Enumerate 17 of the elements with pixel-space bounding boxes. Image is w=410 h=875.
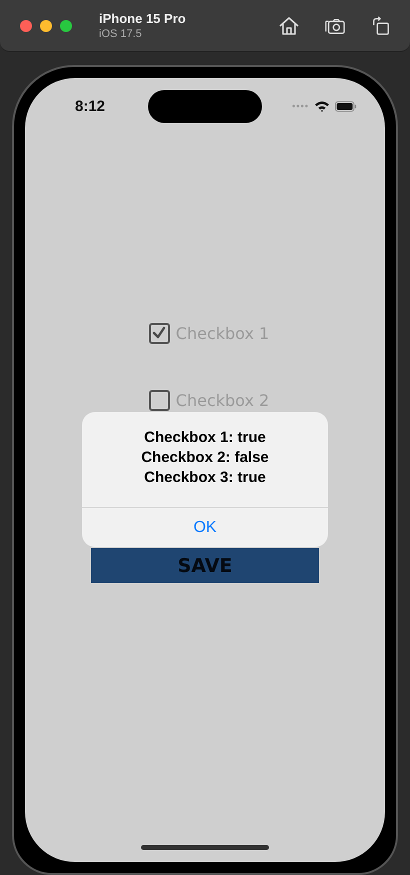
save-button[interactable]: SAVE	[91, 548, 319, 583]
os-version: iOS 17.5	[99, 28, 143, 40]
ok-button[interactable]: OK	[82, 507, 328, 547]
device-name: iPhone 15 Pro	[99, 11, 186, 26]
minimize-button[interactable]	[40, 20, 52, 32]
home-icon[interactable]	[278, 16, 300, 36]
zoom-button[interactable]	[60, 20, 72, 32]
checkmark-icon	[151, 325, 168, 341]
checkbox[interactable]	[148, 322, 170, 344]
alert-message: Checkbox 1: true Checkbox 2: false Checkbox 3: true	[140, 428, 270, 488]
rotate-icon[interactable]	[370, 16, 392, 36]
signal-icon	[292, 104, 309, 108]
wifi-icon	[314, 100, 330, 112]
close-button[interactable]	[20, 20, 32, 32]
status-time: 8:12	[75, 98, 106, 114]
checkbox[interactable]	[148, 390, 170, 410]
battery-icon	[335, 100, 357, 112]
